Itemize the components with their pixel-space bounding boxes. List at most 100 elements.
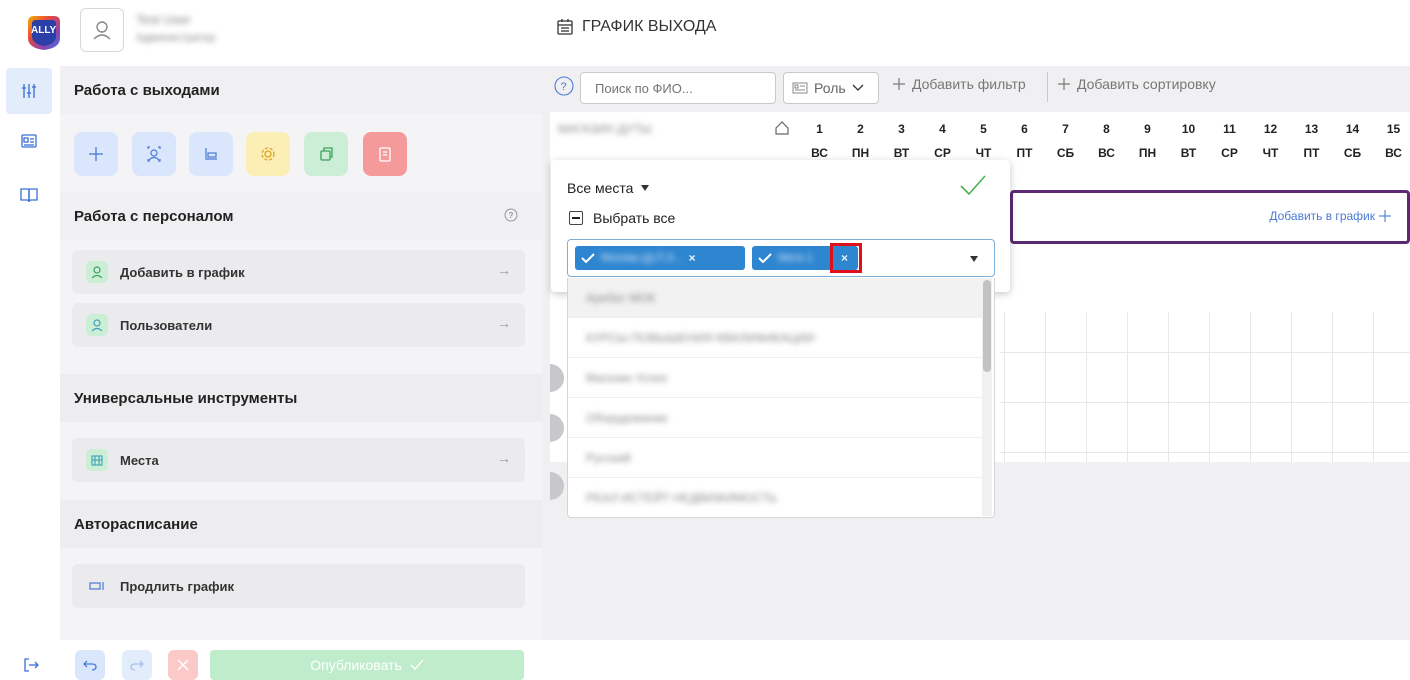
select-all-label: Выбрать все — [593, 210, 676, 226]
indeterminate-checkbox-icon — [569, 211, 583, 225]
grid-line — [1291, 312, 1292, 462]
places-multiselect[interactable]: Москва (Д.П.З... × Мега 1 × — [567, 239, 995, 277]
day-column-header[interactable]: 12 ЧТ — [1257, 122, 1284, 160]
day-weekday: ПТ — [1303, 146, 1320, 160]
cancel-button[interactable] — [168, 650, 198, 680]
day-number: 14 — [1345, 122, 1360, 136]
list-item[interactable]: Аребат МОК — [568, 278, 982, 318]
grid-line — [1000, 352, 1410, 353]
add-to-graph-link[interactable]: Добавить в график — [1269, 209, 1391, 223]
caret-down-icon[interactable] — [970, 256, 978, 262]
day-column-header[interactable]: 6 ПТ — [1011, 122, 1038, 160]
option-label: Оборудование — [586, 410, 668, 425]
day-number: 1 — [816, 122, 823, 136]
close-icon — [177, 659, 189, 671]
add-sort-button[interactable]: Добавить сортировку — [1057, 76, 1216, 92]
user-icon — [93, 21, 111, 40]
help-icon[interactable]: ? — [554, 76, 574, 99]
day-number: 4 — [939, 122, 946, 136]
day-column-header[interactable]: 15 ВС — [1380, 122, 1407, 160]
caret-down-icon — [641, 185, 650, 191]
select-all-checkbox[interactable]: Выбрать все — [569, 210, 675, 226]
places-label: Места — [120, 452, 159, 468]
rail-item-profile[interactable] — [6, 118, 52, 164]
tag-label: Мега 1 — [778, 252, 813, 264]
settings-button[interactable] — [246, 132, 290, 176]
grid-line — [1004, 312, 1005, 462]
rail-item-guide[interactable] — [6, 172, 52, 218]
add-filter-button[interactable]: Добавить фильтр — [892, 76, 1026, 92]
publish-button[interactable]: Опубликовать — [210, 650, 524, 680]
add-to-schedule-row[interactable]: Добавить в график → — [72, 250, 525, 294]
logout-button[interactable] — [16, 650, 46, 680]
day-column-header[interactable]: 14 СБ — [1339, 122, 1366, 160]
day-weekday: ЧТ — [1262, 146, 1279, 160]
option-label: Магазин Успех — [586, 370, 668, 385]
scrollbar-thumb[interactable] — [983, 280, 991, 372]
add-to-graph-row[interactable]: Добавить в график — [1010, 190, 1410, 244]
day-column-header[interactable]: 11 СР — [1216, 122, 1243, 160]
list-item[interactable]: КУРСЫ ПОВЫШЕНИЯ КВАЛИФИКАЦИИ — [568, 318, 982, 358]
delete-button[interactable] — [363, 132, 407, 176]
option-label: РЕАЛ ИСТЕЙТ НЕДВИЖИМОСТЬ — [586, 490, 777, 505]
day-column-header[interactable]: 3 ВТ — [888, 122, 915, 160]
search-user-button[interactable] — [132, 132, 176, 176]
option-label: Русский — [586, 450, 631, 465]
copy-icon — [320, 147, 333, 161]
option-label: КУРСЫ ПОВЫШЕНИЯ КВАЛИФИКАЦИИ — [586, 330, 815, 345]
day-column-header[interactable]: 7 СБ — [1052, 122, 1079, 160]
day-number: 13 — [1304, 122, 1319, 136]
day-number: 3 — [898, 122, 905, 136]
role-filter-button[interactable]: Роль — [783, 72, 879, 104]
book-icon — [20, 188, 38, 203]
svg-text:?: ? — [561, 81, 567, 93]
grid-line — [1332, 312, 1333, 462]
places-dropdown-toggle[interactable]: Все места — [567, 180, 650, 196]
check-icon — [410, 659, 424, 671]
logo-text: ALLY — [31, 25, 57, 36]
list-item[interactable]: РЕАЛ ИСТЕЙТ НЕДВИЖИМОСТЬ — [568, 478, 982, 517]
confirm-button[interactable] — [959, 174, 987, 199]
day-column-header[interactable]: 9 ПН — [1134, 122, 1161, 160]
list-item[interactable]: Оборудование — [568, 398, 982, 438]
day-number: 9 — [1144, 122, 1151, 136]
list-item[interactable]: Магазин Успех — [568, 358, 982, 398]
day-weekday: ВС — [811, 146, 828, 160]
extend-schedule-row[interactable]: Продлить график — [72, 564, 525, 608]
publish-label: Опубликовать — [310, 657, 402, 673]
day-column-header[interactable]: 8 ВС — [1093, 122, 1120, 160]
day-number: 10 — [1181, 122, 1196, 136]
app-logo[interactable]: ALLY — [22, 12, 66, 52]
list-item[interactable]: Русский — [568, 438, 982, 478]
add-exit-button[interactable] — [74, 132, 118, 176]
page-title: ГРАФИК ВЫХОДА — [556, 18, 716, 36]
users-row[interactable]: Пользователи → — [72, 303, 525, 347]
search-input[interactable] — [580, 72, 776, 104]
day-column-header[interactable]: 1 ВС — [806, 122, 833, 160]
rail-item-settings[interactable] — [6, 68, 52, 114]
day-column-header[interactable]: 13 ПТ — [1298, 122, 1325, 160]
home-icon[interactable] — [774, 120, 790, 139]
places-row[interactable]: Места → — [72, 438, 525, 482]
remove-tag-icon[interactable]: × — [689, 251, 696, 265]
copy-button[interactable] — [304, 132, 348, 176]
extend-icon — [86, 575, 108, 597]
day-column-header[interactable]: 2 ПН — [847, 122, 874, 160]
plus-icon — [1058, 78, 1070, 90]
day-column-header[interactable]: 4 СР — [929, 122, 956, 160]
grid-line — [1168, 312, 1169, 462]
redo-button[interactable] — [122, 650, 152, 680]
user-avatar[interactable] — [80, 8, 124, 52]
extend-schedule-label: Продлить график — [120, 578, 234, 594]
avatar — [550, 472, 564, 500]
bottom-bar: Опубликовать — [0, 640, 1410, 680]
help-icon[interactable]: ? — [504, 208, 518, 226]
day-number: 11 — [1223, 122, 1236, 136]
day-column-header[interactable]: 10 ВТ — [1175, 122, 1202, 160]
id-card-icon — [21, 134, 37, 148]
day-weekday: СР — [934, 146, 951, 160]
print-button[interactable] — [189, 132, 233, 176]
day-column-header[interactable]: 5 ЧТ — [970, 122, 997, 160]
add-sort-label: Добавить сортировку — [1077, 76, 1216, 92]
undo-button[interactable] — [75, 650, 105, 680]
